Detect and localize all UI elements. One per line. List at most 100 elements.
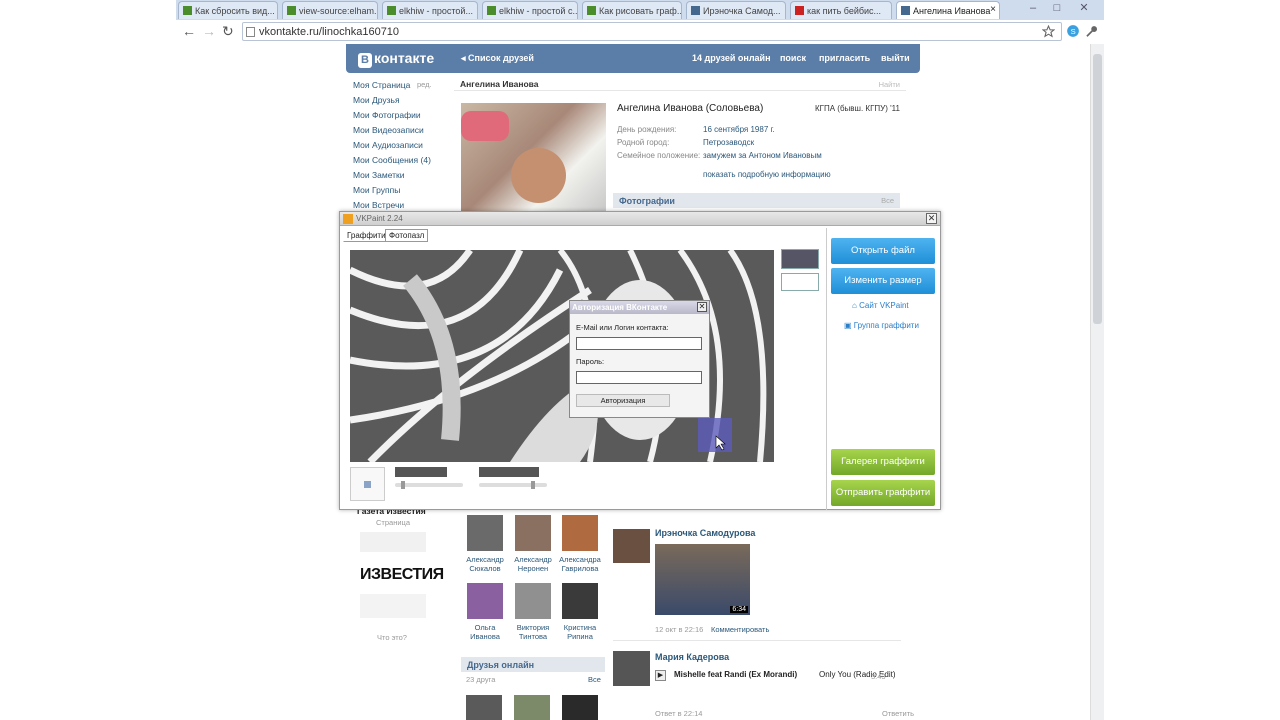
menu-my-events[interactable]: Мои Встречи [353, 200, 404, 210]
wrench-icon[interactable] [1084, 24, 1098, 38]
resize-button[interactable]: Изменить размер [831, 268, 935, 294]
menu-my-messages[interactable]: Мои Сообщения (4) [353, 155, 431, 165]
friend-photo[interactable] [562, 583, 598, 619]
brush-size-slider[interactable] [395, 481, 463, 489]
menu-my-friends[interactable]: Мои Друзья [353, 95, 400, 105]
friend-card[interactable]: Александр Сюкалов [461, 515, 509, 573]
browser-tab[interactable]: Как рисовать граф... [582, 1, 682, 19]
color-swatch[interactable] [350, 467, 385, 501]
reply-link[interactable]: Ответить [882, 709, 914, 718]
minimize-icon[interactable]: – [1022, 0, 1044, 16]
friends-list-link[interactable]: ◂ Список друзей [461, 53, 534, 64]
relationship-value[interactable]: замужем за Антоном Ивановым [703, 151, 822, 160]
menu-my-photos[interactable]: Мои Фотографии [353, 110, 421, 120]
profile-avatar[interactable] [461, 103, 606, 211]
menu-my-groups[interactable]: Мои Группы [353, 185, 400, 195]
back-icon[interactable]: ← [182, 23, 196, 39]
online-friend-photo[interactable] [514, 695, 550, 720]
friend-photo[interactable] [467, 515, 503, 551]
menu-my-videos[interactable]: Мои Видеозаписи [353, 125, 424, 135]
play-icon[interactable]: ▶ [655, 670, 666, 681]
slider-handle[interactable] [531, 481, 535, 489]
show-more-info-link[interactable]: показать подробную информацию [703, 170, 831, 179]
tab-photopuzzle[interactable]: Фотопазл [385, 229, 429, 242]
graffiti-group-link[interactable]: ▣ Группа граффити [844, 321, 919, 330]
ad-what-link[interactable]: Что это? [377, 633, 407, 642]
feed-author-name[interactable]: Ирэночка Самодурова [655, 528, 755, 538]
online-friend-photo[interactable] [562, 695, 598, 720]
friends-online-link[interactable]: 14 друзей онлайн [692, 53, 771, 63]
auth-close-icon[interactable]: ✕ [697, 302, 707, 312]
thumbnail-slot-empty[interactable] [781, 273, 819, 291]
graffiti-canvas[interactable] [350, 250, 774, 462]
friend-card[interactable]: Кристина Рипина [556, 583, 604, 641]
browser-tab[interactable]: Как сбросить вид... [178, 1, 278, 19]
izvestia-logo[interactable]: ИЗВЕСТИЯ [360, 566, 444, 584]
vkpaint-site-link[interactable]: ⌂ Сайт VKPaint [852, 301, 909, 310]
friend-photo[interactable] [515, 583, 551, 619]
hometown-value[interactable]: Петрозаводск [703, 138, 754, 147]
search-link[interactable]: поиск [780, 53, 806, 63]
thumbnail-slot[interactable] [781, 249, 819, 269]
vkpaint-close-icon[interactable]: ✕ [926, 213, 937, 224]
friend-photo[interactable] [467, 583, 503, 619]
friend-card[interactable]: Ольга Иванова [461, 583, 509, 641]
window-close-icon[interactable]: ✕ [1072, 0, 1096, 16]
browser-tab[interactable]: view-source:elham... [282, 1, 378, 19]
star-icon[interactable] [1042, 25, 1055, 38]
password-field[interactable] [576, 371, 702, 384]
opacity-slider[interactable] [479, 481, 547, 489]
skype-icon[interactable]: S [1066, 24, 1080, 38]
track-artist[interactable]: Mishelle feat Randi (Ex Morandi) [674, 670, 797, 679]
email-field[interactable] [576, 337, 702, 350]
vertical-scrollbar[interactable] [1090, 44, 1104, 720]
comment-link[interactable]: Комментировать [711, 625, 769, 634]
open-file-button[interactable]: Открыть файл [831, 238, 935, 264]
tab-close-icon[interactable]: × [990, 4, 996, 15]
menu-edit-link[interactable]: ред. [417, 80, 432, 89]
find-link[interactable]: Найти [879, 80, 900, 89]
tab-favicon-icon [183, 6, 192, 15]
slider-handle[interactable] [401, 481, 405, 489]
logout-link[interactable]: выйти [881, 53, 910, 63]
reload-icon[interactable]: ↻ [222, 23, 234, 39]
forward-icon[interactable]: → [202, 23, 216, 39]
invite-link[interactable]: пригласить [819, 53, 870, 63]
browser-tab[interactable]: как пить бейбис... [790, 1, 892, 19]
friend-card[interactable]: Виктория Тинтова [509, 583, 557, 641]
send-graffiti-button[interactable]: Отправить граффити [831, 480, 935, 506]
authorize-button[interactable]: Авторизация [576, 394, 670, 407]
video-thumbnail[interactable]: 6:34 [655, 544, 750, 615]
photos-all-link[interactable]: Все [881, 196, 894, 205]
browser-tab[interactable]: elkhiw - простой с... [482, 1, 578, 19]
opacity-label [479, 467, 539, 477]
friend-card[interactable]: Александра Гаврилова [556, 515, 604, 573]
scrollbar-thumb[interactable] [1093, 54, 1102, 324]
feed-author-name[interactable]: Мария Кадерова [655, 652, 729, 662]
vkpaint-titlebar[interactable]: VKPaint 2.24 ✕ [340, 212, 940, 226]
friends-online-all-link[interactable]: Все [588, 675, 601, 684]
maximize-icon[interactable]: □ [1046, 0, 1068, 16]
friend-photo[interactable] [562, 515, 598, 551]
birthday-value[interactable]: 16 сентября 1987 г. [703, 125, 775, 134]
menu-my-page[interactable]: Моя Страница [353, 80, 410, 90]
menu-my-audio[interactable]: Мои Аудиозаписи [353, 140, 423, 150]
friend-photo[interactable] [515, 515, 551, 551]
feed-author-avatar[interactable] [613, 651, 650, 686]
browser-tab[interactable]: elkhiw - простой... [382, 1, 478, 19]
profile-header-bar: Ангелина Иванова Найти [454, 73, 906, 91]
vk-logo[interactable]: Вконтакте [358, 50, 434, 68]
page-icon [246, 27, 255, 37]
address-bar[interactable]: vkontakte.ru/linochka160710 [242, 22, 1062, 41]
url-text: vkontakte.ru/linochka160710 [259, 26, 400, 38]
tab-favicon-icon [587, 6, 596, 15]
feed-author-avatar[interactable] [613, 529, 650, 563]
browser-tab-active[interactable]: Ангелина Иванова × [896, 1, 1000, 19]
tab-graffiti[interactable]: Граффити [343, 229, 390, 242]
online-friend-photo[interactable] [466, 695, 502, 720]
browser-tab[interactable]: Ирэночка Самод... [686, 1, 786, 19]
graffiti-gallery-button[interactable]: Галерея граффити [831, 449, 935, 475]
friend-card[interactable]: Александр Неронен [509, 515, 557, 573]
auth-dialog-title[interactable]: Авторизация ВКонтакте [570, 301, 709, 314]
menu-my-notes[interactable]: Мои Заметки [353, 170, 405, 180]
